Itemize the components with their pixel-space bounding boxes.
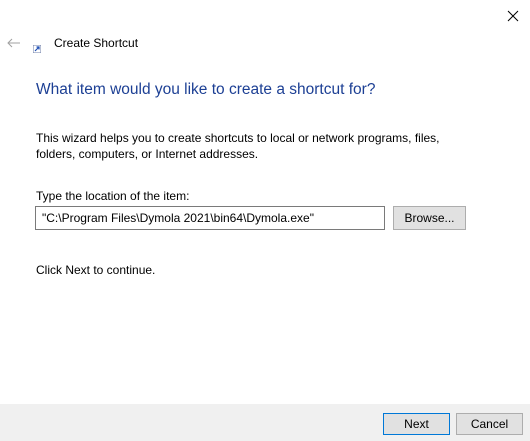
wizard-description: This wizard helps you to create shortcut… <box>36 131 440 161</box>
continue-instruction: Click Next to continue. <box>36 263 156 277</box>
window-title: Create Shortcut <box>54 36 139 50</box>
close-icon <box>507 10 518 22</box>
button-bar <box>0 404 530 441</box>
back-arrow-icon <box>7 38 20 48</box>
cancel-button[interactable]: Cancel <box>456 413 523 435</box>
page-heading: What item would you like to create a sho… <box>36 81 376 98</box>
next-button[interactable]: Next <box>383 413 450 435</box>
browse-button[interactable]: Browse... <box>393 206 466 230</box>
location-label: Type the location of the item: <box>36 189 190 203</box>
close-button[interactable] <box>495 1 530 31</box>
shortcut-icon <box>32 40 42 54</box>
back-button[interactable] <box>4 34 24 52</box>
location-input[interactable] <box>35 206 385 230</box>
